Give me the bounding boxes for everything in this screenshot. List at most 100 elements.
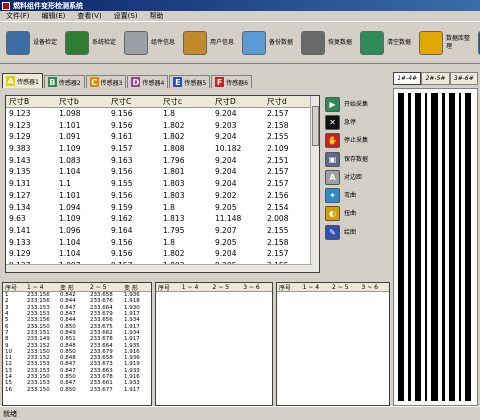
tab-sensor-6[interactable]: F 传感器6	[211, 75, 252, 88]
table-cell: 1.8	[163, 237, 175, 247]
table-row[interactable]: 9.383 1.109 9.157 1.808 10.182 2.109	[6, 143, 319, 155]
column-header[interactable]: 3 ~ 6	[360, 284, 389, 291]
sub-table-row[interactable]: 16 233.150 0.850 233.677 1.917	[3, 386, 151, 393]
table-row[interactable]: 9.134 1.094 9.159 1.8 9.205 2.154	[6, 201, 319, 213]
table-cell: 1.1	[59, 179, 71, 189]
column-header[interactable]: 尺寸d	[264, 96, 316, 107]
menu-item-0[interactable]: 文件(F)	[0, 11, 36, 21]
table-row[interactable]: 9.123 1.098 9.156 1.8 9.204 2.157	[6, 108, 319, 120]
menu-item-3[interactable]: 设置(S)	[108, 11, 144, 21]
table-row[interactable]: 9.141 1.096 9.164 1.795 9.207 2.155	[6, 225, 319, 237]
column-header[interactable]: 尺寸b	[56, 96, 108, 107]
sub-table-row[interactable]: 3 233.153 0.847 233.664 1.930	[3, 305, 151, 311]
tab-sensor-4[interactable]: D 传感器4	[127, 75, 169, 88]
view-tab-2[interactable]: 3#-6#	[449, 72, 478, 85]
tab-sensor-5[interactable]: E 传感器5	[169, 75, 211, 88]
table-cell: 1.803	[163, 190, 185, 200]
table-row[interactable]: 9.123 1.101 9.156 1.802 9.203 2.158	[6, 119, 319, 131]
menu-item-1[interactable]: 编辑(E)	[36, 11, 72, 21]
column-header[interactable]: 2 ~ 5	[211, 284, 242, 291]
toolbar-button-3[interactable]: 用户信息	[183, 25, 240, 61]
sub-table-row[interactable]: 1 233.156 0.842 233.658 1.936	[3, 292, 151, 298]
toolbar-button-7[interactable]: 数据库整理	[419, 25, 476, 61]
column-header[interactable]: 2 ~ 5	[330, 284, 359, 291]
table-cell: 1.104	[59, 249, 81, 259]
column-header[interactable]: 序号	[156, 283, 180, 292]
column-header[interactable]: 序号	[3, 283, 25, 292]
table-cell: 2.008	[267, 214, 289, 224]
table-row[interactable]: 9.133 1.104 9.156 1.8 9.205 2.158	[6, 236, 319, 248]
side-button-2[interactable]: ✋ 停止采集	[325, 132, 387, 150]
menu-item-4[interactable]: 帮助	[144, 11, 170, 21]
table-cell: 233.658	[90, 292, 113, 299]
sub-table-row[interactable]: 7 233.151 0.849 233.662 1.934	[3, 330, 151, 336]
horizontal-scrollbar[interactable]	[6, 264, 312, 272]
toolbar-button-0[interactable]: 设备检定	[6, 25, 63, 61]
sub-table-row[interactable]: 8 233.149 0.851 233.678 1.917	[3, 336, 151, 342]
column-header[interactable]: 尺寸D	[212, 96, 264, 107]
sub-table-right: 序号 1 ~ 42 ~ 53 ~ 6	[276, 282, 390, 406]
sub-table-row[interactable]: 13 233.153 0.847 233.663 1.933	[3, 368, 151, 374]
view-tab-1[interactable]: 2#-5#	[421, 72, 450, 85]
column-header[interactable]: 变 形	[122, 283, 150, 292]
column-header[interactable]: 变 形	[58, 283, 88, 292]
sub-table-row[interactable]: 15 233.153 0.847 233.661 1.933	[3, 380, 151, 386]
column-header[interactable]: 尺寸B	[6, 96, 56, 107]
column-header[interactable]: 序号	[277, 283, 301, 292]
column-header[interactable]: 3 ~ 6	[241, 284, 272, 291]
table-cell: 9.161	[111, 132, 133, 142]
sub-table-row[interactable]: 9 233.152 0.848 233.664 1.935	[3, 342, 151, 349]
sub-table-row[interactable]: 6 233.150 0.850 233.675 1.917	[3, 323, 151, 330]
table-cell: 12	[5, 361, 12, 368]
view-tab-0[interactable]: 1#-4#	[393, 72, 422, 85]
table-cell: 1.796	[163, 155, 185, 165]
table-row[interactable]: 9.129 1.091 9.161 1.802 9.204 2.155	[6, 131, 319, 143]
side-button-7[interactable]: ✎ 绘图	[325, 223, 387, 241]
menu-item-2[interactable]: 查看(V)	[71, 11, 107, 21]
toolbar-button-6[interactable]: 清空数据	[360, 25, 417, 61]
column-header[interactable]: 1 ~ 4	[180, 284, 211, 291]
sub-table-row[interactable]: 2 233.156 0.844 233.676 1.918	[3, 298, 151, 304]
table-row[interactable]: 9.135 1.104 9.156 1.801 9.204 2.157	[6, 166, 319, 178]
table-row[interactable]: 9.131 1.1 9.155 1.803 9.204 2.157	[6, 178, 319, 190]
side-button-3[interactable]: ▣ 保存数据	[325, 150, 387, 168]
sub-table-row[interactable]: 11 233.152 0.848 233.658 1.936	[3, 355, 151, 361]
table-cell: 0.850	[60, 348, 76, 355]
sub-table-row[interactable]: 12 233.153 0.847 233.673 1.919	[3, 361, 151, 367]
table-row[interactable]: 9.143 1.083 9.163 1.796 9.204 2.151	[6, 154, 319, 166]
column-header[interactable]: 1 ~ 4	[301, 284, 330, 291]
sub-table-row[interactable]: 5 233.156 0.844 233.656 1.934	[3, 317, 151, 323]
toolbar-button-4[interactable]: 备份数据	[242, 25, 299, 61]
table-cell: 1.917	[124, 311, 140, 318]
side-button-1[interactable]: ✕ 急停	[325, 113, 387, 131]
table-cell: 9.141	[9, 225, 31, 235]
column-header[interactable]: 1 ~ 4	[25, 284, 58, 291]
side-button-6[interactable]: ◐ 扭曲	[325, 205, 387, 223]
tab-sensor-3[interactable]: C 传感器3	[85, 75, 127, 88]
table-cell: 9.135	[9, 167, 31, 177]
toolbar-button-2[interactable]: 组件信息	[124, 25, 181, 61]
side-button-0[interactable]: ▶ 开始采集	[325, 95, 387, 113]
table-cell: 1.934	[124, 317, 140, 324]
table-cell: 9.127	[9, 190, 31, 200]
tab-sensor-2[interactable]: B 传感器2	[43, 75, 85, 88]
table-row[interactable]: 9.63 1.109 9.162 1.813 11.148 2.008	[6, 213, 319, 225]
side-button-5[interactable]: ✦ 弯曲	[325, 186, 387, 204]
tab-sensor-1[interactable]: A 传感器1	[2, 73, 43, 88]
sub-table-row[interactable]: 4 233.153 0.847 233.679 1.917	[3, 311, 151, 317]
table-cell: 4	[5, 311, 9, 318]
column-header[interactable]: 2 ~ 5	[88, 284, 122, 291]
table-cell: 9.204	[215, 132, 237, 142]
vertical-scrollbar[interactable]	[310, 96, 319, 272]
side-button-4[interactable]: A 对边距	[325, 168, 387, 186]
toolbar-button-1[interactable]: 系统检定	[65, 25, 122, 61]
sub-table-row[interactable]: 10 233.150 0.850 233.679 1.916	[3, 349, 151, 355]
toolbar-button-5[interactable]: 恢复数据	[301, 25, 358, 61]
sub-table-row[interactable]: 14 233.150 0.850 233.678 1.916	[3, 374, 151, 380]
column-header[interactable]: 尺寸C	[108, 96, 160, 107]
scrollbar-thumb[interactable]	[312, 106, 319, 146]
column-header[interactable]: 尺寸c	[160, 96, 212, 107]
table-cell: 233.153	[27, 311, 50, 318]
table-row[interactable]: 9.127 1.101 9.156 1.803 9.202 2.156	[6, 190, 319, 202]
table-row[interactable]: 9.129 1.104 9.156 1.802 9.204 2.157	[6, 248, 319, 260]
